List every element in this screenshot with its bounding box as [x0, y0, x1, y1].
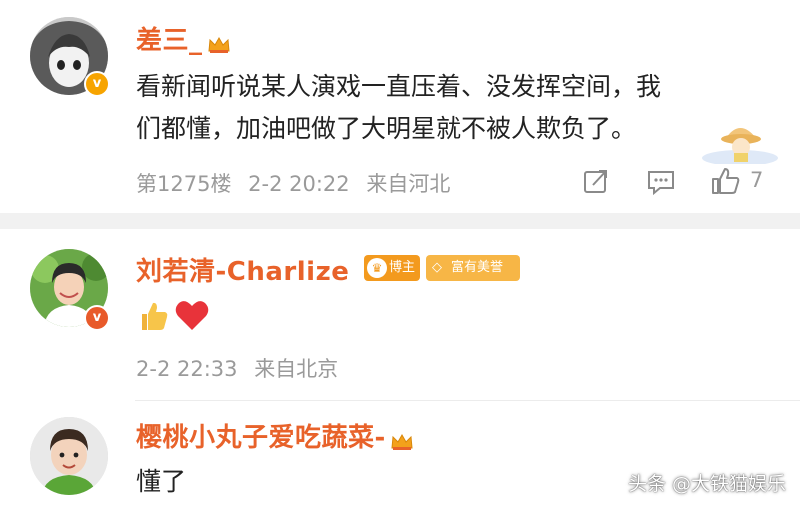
diamond-icon: ◇ [432, 260, 442, 275]
thumbs-up-emoji [136, 299, 170, 337]
crown-icon [390, 429, 414, 450]
like-icon[interactable] [710, 166, 742, 196]
reputation-badge: ◇ 富有美誉 [426, 255, 520, 281]
comment-text-line-2: 们都懂，加油吧做了大明星就不被人欺负了。 [136, 114, 637, 143]
location: 来自河北 [366, 172, 451, 196]
comment-2: v 刘若清-Charlize ♛ 博主 ◇ 富有美誉 2-2 22:33 来自北京 [0, 229, 800, 400]
crown-icon [207, 32, 231, 53]
comment-text-line-1: 看新闻听说某人演戏一直压着、没发挥空间，我 [136, 72, 662, 101]
blogger-badge: ♛ 博主 [364, 255, 420, 281]
share-icon[interactable] [582, 168, 610, 196]
like-count: 7 [750, 168, 764, 192]
cartoon-sticker-icon [702, 128, 778, 164]
reply-icon[interactable] [646, 168, 676, 196]
avatar[interactable] [30, 417, 108, 495]
username[interactable]: 樱桃小丸子爱吃蔬菜- [136, 417, 414, 454]
verified-icon: v [84, 305, 110, 331]
username[interactable]: 差三_ [136, 20, 231, 57]
timestamp: 2-2 22:33 [136, 357, 238, 381]
comment-3: 樱桃小丸子爱吃蔬菜- 懂了 头条 @大铁猫娱乐 [0, 401, 800, 510]
floor-number: 第1275楼 [136, 172, 232, 196]
verified-icon: v [84, 71, 110, 97]
watermark: 头条 @大铁猫娱乐 [627, 473, 786, 495]
section-divider [0, 213, 800, 229]
comment-1: v 差三_ 看新闻听说某人演戏一直压着、没发挥空间，我 们都懂，加油吧做了大明星… [0, 0, 800, 213]
location: 来自北京 [254, 357, 339, 381]
crown-icon: ♛ [367, 258, 387, 278]
comment-meta: 2-2 22:33 来自北京 [136, 353, 338, 383]
username[interactable]: 刘若清-Charlize [136, 251, 349, 288]
comment-meta: 第1275楼 2-2 20:22 来自河北 [136, 168, 450, 198]
red-heart-emoji [174, 299, 210, 337]
comment-text: 看新闻听说某人演戏一直压着、没发挥空间，我 们都懂，加油吧做了大明星就不被人欺负… [136, 66, 736, 150]
timestamp: 2-2 20:22 [248, 172, 350, 196]
